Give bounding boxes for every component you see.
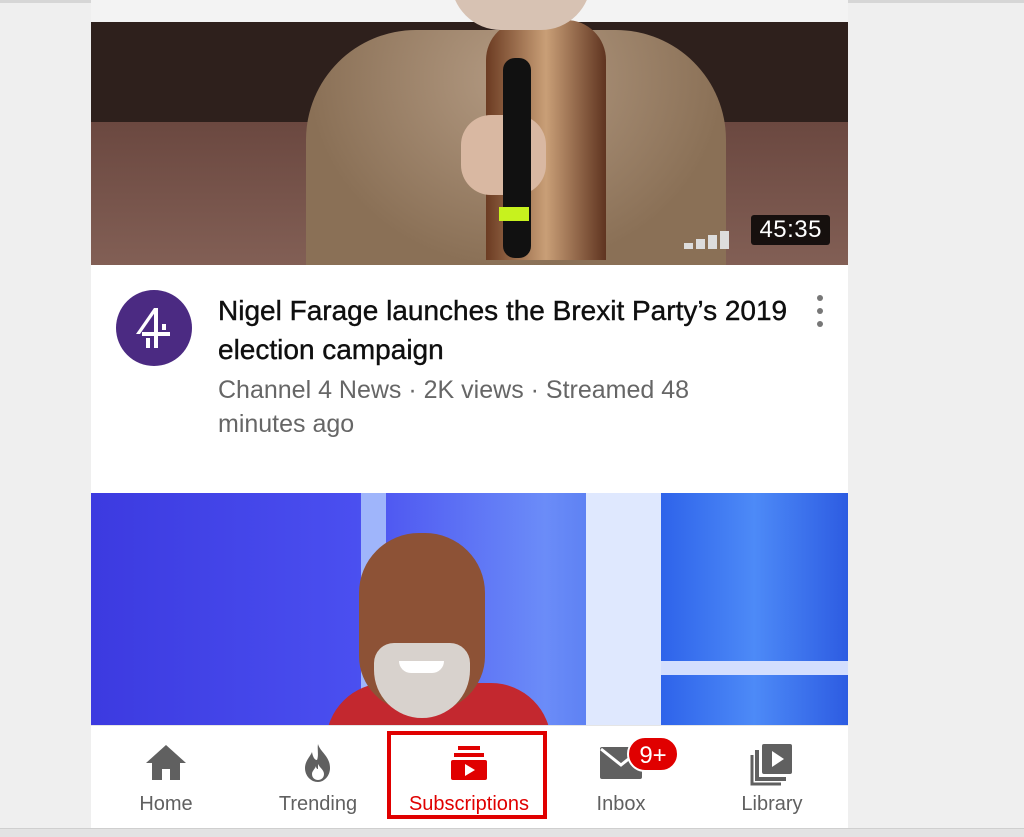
bottom-nav: Home Trending Subscriptions Inbox 9+ Lib… — [91, 725, 848, 830]
nav-label-home: Home — [139, 793, 193, 815]
nav-label-inbox: Inbox — [596, 793, 646, 815]
window-bottom-border — [0, 828, 1024, 837]
home-icon — [146, 745, 186, 780]
signal-bars-icon — [684, 231, 732, 249]
app-screen: 45:35 Nigel Farage launches the Brexit P… — [91, 0, 848, 837]
video-thumbnail-2[interactable] — [91, 493, 848, 725]
video-duration: 45:35 — [751, 215, 830, 245]
inbox-badge: 9+ — [627, 736, 679, 772]
video-title[interactable]: Nigel Farage launches the Brexit Party’s… — [218, 291, 808, 369]
subscriptions-highlight-box — [387, 731, 547, 819]
more-options-icon[interactable] — [813, 295, 827, 327]
nav-label-trending: Trending — [278, 793, 358, 815]
video-thumbnail-1[interactable]: 45:35 — [91, 0, 848, 265]
video-meta: Channel 4 News · 2K views · Streamed 48 … — [218, 376, 690, 438]
video-info[interactable]: Nigel Farage launches the Brexit Party’s… — [91, 265, 848, 493]
nav-label-library: Library — [741, 793, 803, 815]
nav-item-home[interactable]: Home — [91, 726, 241, 830]
channel4-logo-icon — [136, 308, 170, 348]
nav-item-trending[interactable]: Trending — [243, 726, 393, 830]
flame-icon — [305, 744, 330, 782]
library-icon — [750, 744, 792, 786]
nav-item-library[interactable]: Library — [697, 726, 847, 830]
channel-avatar[interactable] — [116, 290, 192, 366]
